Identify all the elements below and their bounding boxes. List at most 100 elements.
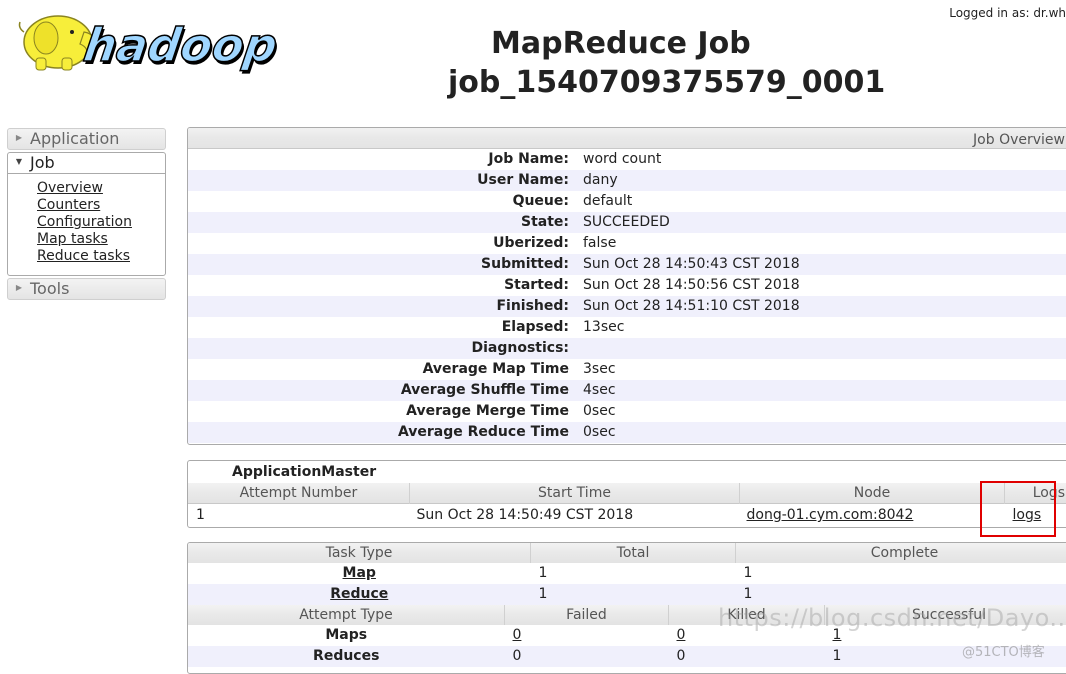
column-header-complete[interactable]: Complete xyxy=(736,543,1066,563)
overview-value: 0sec xyxy=(569,401,616,422)
total-cell: 1 xyxy=(531,584,736,605)
table-row: Reduces 0 0 1 xyxy=(188,646,1066,667)
task-summary-panel: Task Type Total Complete Map 1 1 Reduce … xyxy=(187,542,1066,674)
node-link[interactable]: dong-01.cym.com:8042 xyxy=(747,507,914,523)
sidebar-link-map-tasks[interactable]: Map tasks xyxy=(37,231,165,248)
overview-value: 0sec xyxy=(569,422,616,443)
page-title: MapReduce Job job_1540709375579_0001 xyxy=(448,24,948,102)
task-type-table: Task Type Total Complete Map 1 1 Reduce … xyxy=(188,543,1066,605)
job-id-title: job_1540709375579_0001 xyxy=(448,63,948,102)
overview-label: Uberized: xyxy=(188,233,569,254)
table-row: Map 1 1 xyxy=(188,563,1066,584)
failed-maps-link[interactable]: 0 xyxy=(513,627,522,643)
overview-row-avg-shuffle-time: Average Shuffle Time4sec xyxy=(188,380,1066,401)
failed-cell: 0 xyxy=(505,625,669,646)
overview-value: word count xyxy=(569,149,661,170)
complete-cell: 1 xyxy=(736,584,1066,605)
sidebar-link-counters[interactable]: Counters xyxy=(37,197,165,214)
successful-cell: 1 xyxy=(825,646,1066,667)
task-type-cell: Map xyxy=(188,563,531,584)
successful-cell: 1 xyxy=(825,625,1066,646)
application-master-table: Attempt Number Start Time Node Logs 1 Su… xyxy=(188,483,1066,526)
sidebar-section-application[interactable]: ▶Application xyxy=(7,128,166,150)
overview-row-uberized: Uberized:false xyxy=(188,233,1066,254)
overview-row-submitted: Submitted:Sun Oct 28 14:50:43 CST 2018 xyxy=(188,254,1066,275)
sidebar-section-tools[interactable]: ▶Tools xyxy=(7,278,166,300)
overview-value: false xyxy=(569,233,616,254)
overview-row-avg-map-time: Average Map Time3sec xyxy=(188,359,1066,380)
application-master-title: ApplicationMaster xyxy=(188,461,1066,483)
sidebar-tools-label: Tools xyxy=(30,279,69,298)
overview-label: User Name: xyxy=(188,170,569,191)
overview-value: 3sec xyxy=(569,359,616,380)
overview-value: 13sec xyxy=(569,317,624,338)
column-header-logs[interactable]: Logs xyxy=(1005,483,1066,504)
application-master-panel: ApplicationMaster Attempt Number Start T… xyxy=(187,460,1066,528)
overview-label: Queue: xyxy=(188,191,569,212)
overview-value: dany xyxy=(569,170,618,191)
logs-cell: logs xyxy=(1005,504,1066,527)
job-state-value: SUCCEEDED xyxy=(569,212,670,233)
column-header-attempt-number[interactable]: Attempt Number xyxy=(188,483,410,504)
column-header-failed[interactable]: Failed xyxy=(505,605,669,625)
overview-row-elapsed: Elapsed:13sec xyxy=(188,317,1066,338)
job-overview-rows: Job Name:word count User Name:dany Queue… xyxy=(188,149,1066,443)
sidebar-job-header[interactable]: ▼Job xyxy=(8,153,165,174)
attempt-type-cell: Maps xyxy=(188,625,505,646)
sidebar-application-label: Application xyxy=(30,129,119,148)
killed-cell: 0 xyxy=(669,646,825,667)
overview-label: Average Merge Time xyxy=(188,401,569,422)
column-header-task-type[interactable]: Task Type xyxy=(188,543,531,563)
attempt-type-cell: Reduces xyxy=(188,646,505,667)
overview-value: Sun Oct 28 14:50:43 CST 2018 xyxy=(569,254,800,275)
logged-in-user: Logged in as: dr.wh xyxy=(949,6,1066,20)
column-header-node[interactable]: Node xyxy=(740,483,1005,504)
overview-row-state: State:SUCCEEDED xyxy=(188,212,1066,233)
sidebar-link-overview[interactable]: Overview xyxy=(37,180,165,197)
column-header-start-time[interactable]: Start Time xyxy=(410,483,740,504)
sidebar-link-reduce-tasks[interactable]: Reduce tasks xyxy=(37,248,165,265)
attempt-number-cell: 1 xyxy=(188,504,410,527)
overview-row-avg-merge-time: Average Merge Time0sec xyxy=(188,401,1066,422)
overview-row-started: Started:Sun Oct 28 14:50:56 CST 2018 xyxy=(188,275,1066,296)
overview-label: Submitted: xyxy=(188,254,569,275)
caret-right-icon: ▶ xyxy=(8,128,30,148)
job-overview-panel: Job Overview Job Name:word count User Na… xyxy=(187,127,1066,445)
failed-cell: 0 xyxy=(505,646,669,667)
column-header-total[interactable]: Total xyxy=(531,543,736,563)
complete-cell: 1 xyxy=(736,563,1066,584)
overview-value xyxy=(569,338,583,359)
overview-label: Average Shuffle Time xyxy=(188,380,569,401)
overview-label: Started: xyxy=(188,275,569,296)
overview-row-job-name: Job Name:word count xyxy=(188,149,1066,170)
overview-row-user-name: User Name:dany xyxy=(188,170,1066,191)
total-cell: 1 xyxy=(531,563,736,584)
overview-row-diagnostics: Diagnostics: xyxy=(188,338,1066,359)
caret-right-icon: ▶ xyxy=(8,278,30,298)
overview-label: Average Reduce Time xyxy=(188,422,569,443)
table-row: Reduce 1 1 xyxy=(188,584,1066,605)
column-header-attempt-type[interactable]: Attempt Type xyxy=(188,605,505,625)
overview-value: Sun Oct 28 14:51:10 CST 2018 xyxy=(569,296,800,317)
page-title-line1: MapReduce Job xyxy=(448,24,948,63)
sidebar-link-configuration[interactable]: Configuration xyxy=(37,214,165,231)
overview-label: Finished: xyxy=(188,296,569,317)
task-type-reduce-link[interactable]: Reduce xyxy=(330,586,388,602)
overview-value: 4sec xyxy=(569,380,616,401)
successful-maps-link[interactable]: 1 xyxy=(833,627,842,643)
overview-value: Sun Oct 28 14:50:56 CST 2018 xyxy=(569,275,800,296)
overview-label: Job Name: xyxy=(188,149,569,170)
column-header-successful[interactable]: Successful xyxy=(825,605,1066,625)
overview-label: Elapsed: xyxy=(188,317,569,338)
overview-row-queue: Queue:default xyxy=(188,191,1066,212)
overview-label: Diagnostics: xyxy=(188,338,569,359)
hadoop-elephant-logo-icon: hadoop hadoop xyxy=(6,4,310,78)
hadoop-logo: hadoop hadoop xyxy=(6,4,310,78)
column-header-killed[interactable]: Killed xyxy=(669,605,825,625)
task-type-map-link[interactable]: Map xyxy=(343,565,376,581)
node-cell: dong-01.cym.com:8042 xyxy=(740,504,1005,527)
killed-maps-link[interactable]: 0 xyxy=(677,627,686,643)
logs-link[interactable]: logs xyxy=(1013,507,1042,523)
task-type-cell: Reduce xyxy=(188,584,531,605)
caret-down-icon: ▼ xyxy=(8,152,30,172)
